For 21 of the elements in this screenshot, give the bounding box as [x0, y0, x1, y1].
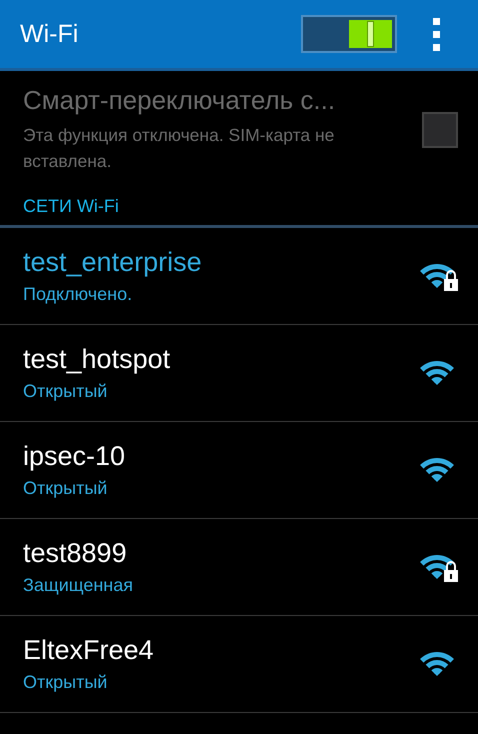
network-row[interactable]: ipsec-10 Открытый	[0, 422, 478, 519]
network-name: ipsec-10	[23, 441, 126, 472]
network-name: EltexFree4	[23, 635, 155, 666]
network-name: test_enterprise	[23, 247, 203, 278]
network-name: test8899	[23, 538, 128, 569]
section-header: СЕТИ Wi-Fi	[23, 196, 119, 216]
network-row[interactable]: test8899 Защищенная	[0, 519, 478, 616]
network-row[interactable]: test_hotspot Открытый	[0, 325, 478, 422]
setting-title: Смарт-переключатель с...	[23, 85, 336, 116]
network-status: Открытый	[23, 672, 108, 693]
network-status: Защищенная	[23, 575, 134, 596]
network-status: Подключено.	[23, 284, 134, 305]
setting-summary: Эта функция отключена. SIM-карта не вставлена.	[23, 124, 336, 173]
overflow-menu-icon[interactable]	[433, 18, 441, 50]
screen-title: Wi-Fi	[20, 20, 80, 48]
network-status: Открытый	[23, 478, 108, 499]
network-row[interactable]: EltexFree4 Открытый	[0, 616, 478, 713]
network-row[interactable]: test_enterprise Подключено.	[0, 228, 478, 325]
network-status: Открытый	[23, 381, 108, 402]
wifi-toggle[interactable]	[301, 15, 397, 53]
network-name: test_hotspot	[23, 344, 172, 375]
